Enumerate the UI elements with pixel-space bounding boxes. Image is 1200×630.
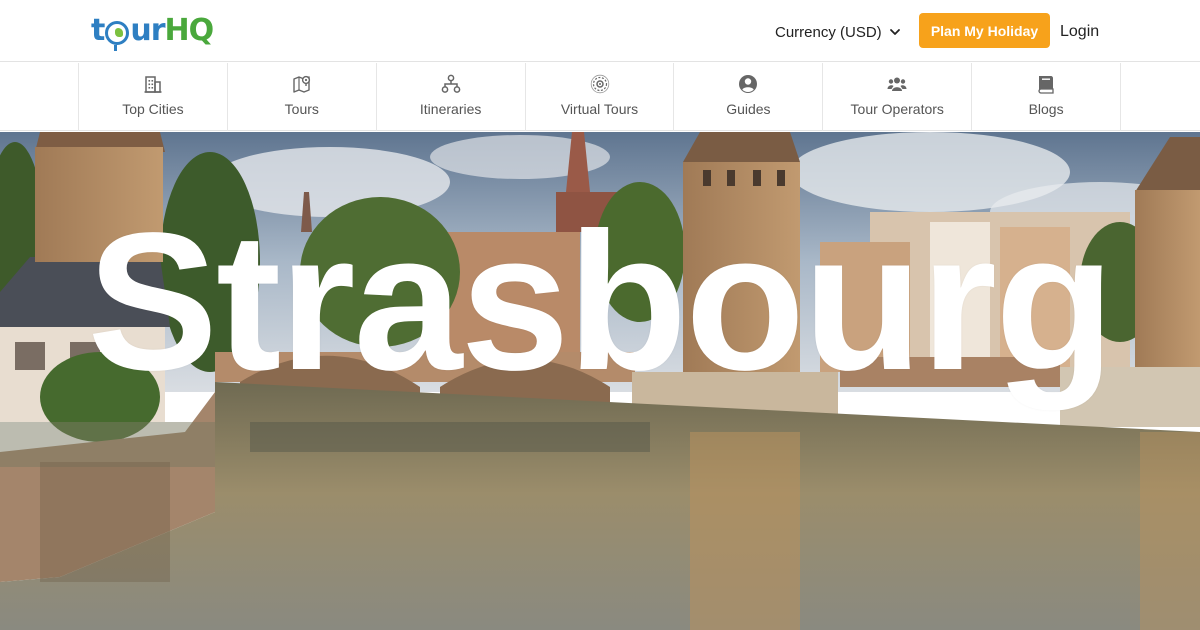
nav-label: Virtual Tours (560, 101, 639, 117)
currency-selector[interactable]: Currency (USD) (775, 20, 902, 44)
login-link[interactable]: Login (1060, 20, 1099, 44)
nav-item-virtual-tours[interactable]: Virtual Tours (526, 63, 675, 131)
nav-item-guides[interactable]: Guides (674, 63, 824, 131)
nav-label: Itineraries (419, 101, 482, 117)
nav-label: Guides (726, 101, 771, 117)
site-header: t ur HQ Currency (USD) Plan My Holiday L… (0, 0, 1200, 62)
chevron-down-icon (889, 29, 900, 35)
users-icon (887, 77, 907, 91)
virtual-tour-icon (590, 74, 609, 94)
user-circle-icon (739, 75, 758, 93)
map-pin-icon (293, 75, 310, 93)
nav-item-tours[interactable]: Tours (228, 63, 377, 131)
network-icon (441, 74, 460, 93)
book-icon (1038, 76, 1054, 94)
currency-label: Currency (USD) (775, 23, 882, 41)
nav-label: Blogs (1028, 101, 1064, 117)
nav-item-blogs[interactable]: Blogs (972, 63, 1122, 131)
globe-icon (105, 20, 130, 51)
tourhq-logo[interactable]: t ur HQ (91, 10, 226, 51)
logo-text-hq: HQ (164, 12, 215, 48)
logo-text-t: t (91, 12, 105, 48)
nav-item-top-cities[interactable]: Top Cities (79, 63, 228, 131)
building-icon (144, 76, 162, 93)
nav-item-itineraries[interactable]: Itineraries (377, 63, 526, 131)
logo-text-ur: ur (130, 12, 165, 48)
hero-banner: Strasbourg (0, 132, 1200, 630)
nav-label: Tour Operators (850, 101, 944, 117)
hero-title: Strasbourg (87, 192, 1114, 411)
main-nav: Top Cities Tours Itineraries Virtual Tou… (0, 63, 1200, 131)
nav-label: Tours (284, 101, 319, 117)
plan-my-holiday-button[interactable]: Plan My Holiday (919, 13, 1050, 48)
nav-item-tour-operators[interactable]: Tour Operators (823, 63, 973, 131)
nav-label: Top Cities (122, 101, 184, 117)
